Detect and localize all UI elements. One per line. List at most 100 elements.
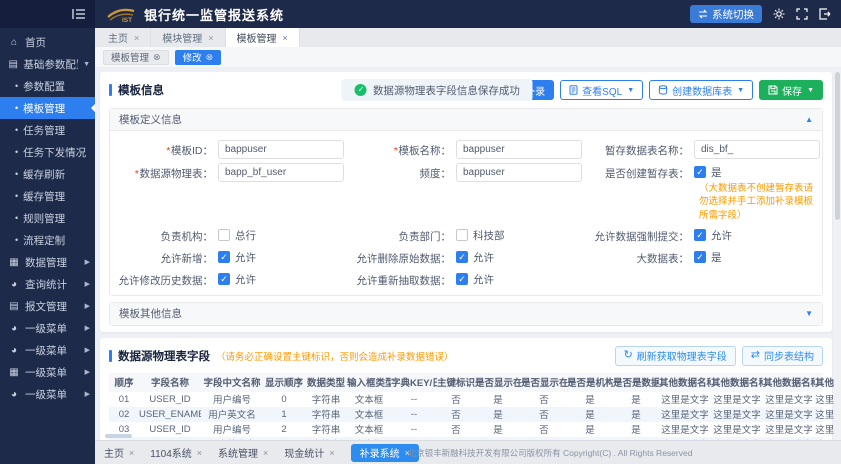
sidebar-item-menu-level1-a[interactable]: ◕一级菜单▶ [0, 317, 95, 339]
close-icon[interactable]: × [263, 448, 268, 458]
collapse-up-icon[interactable]: ▲ [805, 115, 813, 124]
sidebar-item-label: 任务管理 [23, 123, 65, 138]
create-db-table-button[interactable]: 创建数据库表 ▼ [649, 80, 753, 100]
sidebar-item-message-mgmt[interactable]: ▤报文管理▶ [0, 295, 95, 317]
allow-add-checkbox[interactable]: ✓ [218, 251, 230, 263]
taskbar-window-1104系统[interactable]: 1104系统× [150, 445, 202, 460]
refresh-fields-button[interactable]: ↻ 刷新获取物理表字段 [615, 346, 736, 366]
template-id-input[interactable] [218, 140, 344, 159]
save-button[interactable]: 保存 ▼ [759, 80, 823, 100]
tab-模块管理[interactable]: 模块管理× [151, 28, 225, 47]
sidebar-item-task-mgmt[interactable]: •任务管理 [0, 119, 95, 141]
close-icon[interactable]: × [283, 33, 288, 43]
template-other-header[interactable]: 模板其他信息 ▼ [110, 303, 822, 325]
save-floppy-icon [768, 85, 778, 95]
allow-edit-history-checkbox[interactable]: ✓ [218, 273, 230, 285]
sidebar-item-menu-level1-d[interactable]: ◕一级菜单▶ [0, 383, 95, 405]
column-header: 输入框类型 [347, 375, 391, 389]
create-staging-table-checkbox[interactable]: ✓ [694, 166, 706, 178]
sidebar-item-template-mgmt[interactable]: •模板管理 [0, 97, 95, 119]
logout-icon[interactable] [819, 8, 831, 20]
sidebar-item-process-custom[interactable]: •流程定制 [0, 229, 95, 251]
close-icon[interactable]: × [129, 448, 134, 458]
sidebar-item-task-dispatch[interactable]: •任务下发情况 [0, 141, 95, 163]
close-icon[interactable]: × [134, 33, 139, 43]
toast-message: 数据源物理表字段信息保存成功 [373, 83, 520, 98]
table-cell: 这里是文字 [659, 407, 711, 421]
sidebar-item-home[interactable]: ⌂首页 [0, 31, 95, 53]
column-header: 是否显示在... [521, 375, 567, 389]
close-icon[interactable]: × [197, 448, 202, 458]
field-allow-delete-original: 允许删除原始数据：✓允许 [348, 246, 586, 268]
menu-collapse-icon[interactable] [72, 8, 86, 20]
allow-re-extract-checkbox[interactable]: ✓ [456, 273, 468, 285]
close-circle-icon[interactable]: ⊗ [206, 52, 214, 63]
staging-table-name-input[interactable] [694, 140, 820, 159]
taskbar-window-主页[interactable]: 主页× [104, 445, 134, 460]
sidebar-item-cache-refresh[interactable]: •缓存刷新 [0, 163, 95, 185]
field-label: 暂存数据表名称： [586, 140, 689, 158]
crumb-tag-修改[interactable]: 修改⊗ [175, 50, 222, 65]
field-label: 允许新增： [110, 248, 213, 266]
sidebar-item-base-params[interactable]: ▤基础参数配置▼ [0, 53, 95, 75]
frequency-input[interactable] [456, 163, 582, 182]
sidebar-item-cache-mgmt[interactable]: •缓存管理 [0, 185, 95, 207]
table-row[interactable]: 01USER_ID用户编号0字符串文本框--否是否是是这里是文字这里是文字这里是… [109, 392, 823, 407]
vertical-scrollbar-thumb[interactable] [835, 72, 840, 220]
allow-force-submit-checkbox[interactable]: ✓ [694, 229, 706, 241]
field-control: ✓允许 [218, 270, 344, 287]
collapse-down-icon[interactable]: ▼ [805, 309, 813, 318]
template-definition-header[interactable]: 模板定义信息 ▲ [110, 109, 822, 131]
sidebar-item-menu-level1-c[interactable]: ▦一级菜单▶ [0, 361, 95, 383]
bullet-icon: • [15, 191, 18, 201]
fields-card: 数据源物理表字段 （请务必正确设置主键标识，否则会造成补录数据错误） ↻ 刷新获… [100, 338, 832, 440]
close-icon[interactable]: × [208, 33, 213, 43]
close-icon[interactable]: × [329, 448, 334, 458]
db-icon: ▦ [8, 367, 20, 378]
system-switch-button[interactable]: 系统切换 [690, 5, 762, 23]
column-header: 是否是数据... [613, 375, 659, 389]
tab-主页[interactable]: 主页 × [97, 28, 151, 47]
column-header: 顺序 [109, 375, 139, 389]
field-frequency: 频度： [348, 161, 586, 224]
taskbar-window-系统管理[interactable]: 系统管理 × [218, 445, 268, 460]
field-source-physical-table: *数据源物理表： [110, 161, 348, 224]
field-control: ✓允许 [456, 270, 582, 287]
checkbox-text: 是 [711, 248, 722, 265]
tab-label: 主页 [108, 30, 128, 45]
responsible-org-checkbox[interactable] [218, 229, 230, 241]
tab-模板管理[interactable]: 模板管理× [226, 28, 300, 47]
view-sql-button[interactable]: 查看SQL ▼ [560, 80, 643, 100]
sync-structure-button[interactable]: ⇄ 同步表结构 [742, 346, 823, 366]
sidebar-item-rule-mgmt[interactable]: •规则管理 [0, 207, 95, 229]
table-cell: 这里是文字 [711, 407, 763, 421]
sidebar-item-label: 任务下发情况 [23, 145, 86, 160]
source-physical-table-input[interactable] [218, 163, 344, 182]
section-title-template-info: 模板信息 [109, 82, 164, 98]
horizontal-scrollbar-thumb[interactable] [105, 434, 132, 438]
column-header: 字典KEY/日... [391, 375, 437, 389]
crumb-tag-模板管理[interactable]: 模板管理⊗ [103, 50, 169, 65]
sidebar-item-data-mgmt[interactable]: ▦数据管理▶ [0, 251, 95, 273]
sidebar-item-label: 数据管理 [25, 255, 67, 270]
sidebar-item-query-stats[interactable]: ◕查询统计▶ [0, 273, 95, 295]
template-name-input[interactable] [456, 140, 582, 159]
table-row[interactable]: 03USER_ID用户编号2字符串文本框--否是否是是这里是文字这里是文字这里是… [109, 422, 823, 437]
close-circle-icon[interactable]: ⊗ [153, 52, 161, 63]
vertical-scrollbar[interactable] [834, 69, 841, 440]
fullscreen-icon[interactable] [796, 8, 808, 20]
taskbar-window-label: 系统管理 [218, 445, 258, 460]
breadcrumb: 模板管理⊗ 修改⊗ [95, 47, 841, 68]
fields-header: 数据源物理表字段 （请务必正确设置主键标识，否则会造成补录数据错误） ↻ 刷新获… [109, 344, 823, 368]
sidebar-item-param-config[interactable]: •参数配置 [0, 75, 95, 97]
big-data-table-checkbox[interactable]: ✓ [694, 251, 706, 263]
settings-gear-icon[interactable] [773, 8, 785, 20]
responsible-dept-checkbox[interactable] [456, 229, 468, 241]
table-row[interactable]: 02USER_ENAME用户英文名1字符串文本框--否是否是是这里是文字这里是文… [109, 407, 823, 422]
taskbar-window-现金统计[interactable]: 现金统计× [284, 445, 334, 460]
allow-delete-original-checkbox[interactable]: ✓ [456, 251, 468, 263]
table-cell: 是 [475, 422, 521, 436]
sidebar-item-label: 一级菜单 [25, 387, 67, 402]
sidebar-item-menu-level1-b[interactable]: ◕一级菜单▶ [0, 339, 95, 361]
table-cell: 是 [475, 392, 521, 406]
